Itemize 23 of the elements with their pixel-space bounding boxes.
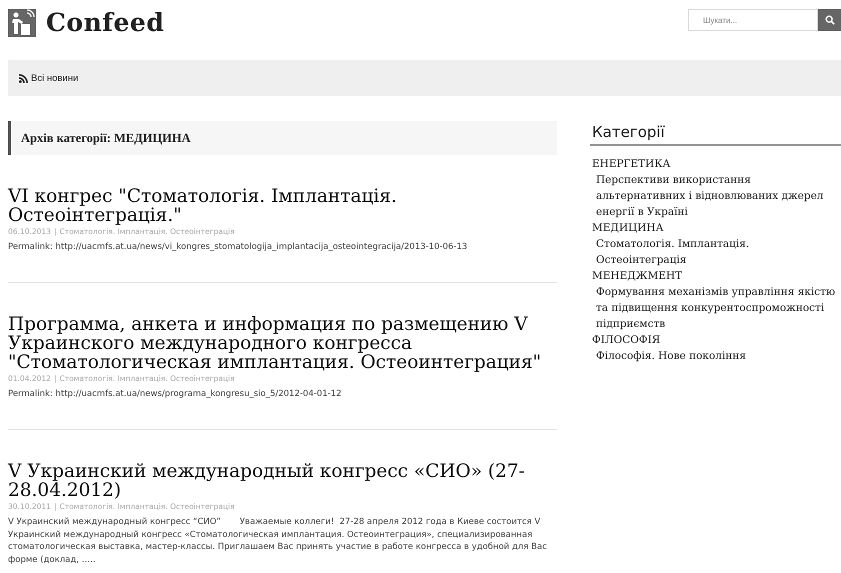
search-field[interactable]: Шукати... — [688, 9, 818, 31]
post-excerpt: V Украинский международный конгресс “СИО” Уважаемые коллеги! 27-28 апреля 2012 года в Киеве состоится V Украинский международный конгресс «Стоматологическая имплантация. Остеоинтеграция», специализированная стоматологическая выставка, мастер-классы. Приглашаем Вас принять участие в работе конгресса в удобной для Вас форме (доклад, ….. — [8, 516, 548, 566]
permalink-text: Permalink: http://uacmfs.at.ua/news/vi_kongres_stomatologija_implantacija_osteointegracija/2013-10-06-13 — [8, 242, 468, 252]
subcategory-link[interactable]: Перспективи використання альтернативних і відновлюваних джерел енергії в Україні — [596, 172, 841, 220]
subcategory-link[interactable]: Філософія. Нове покоління — [596, 348, 841, 364]
archive-heading: Архів категорії: МЕДИЦИНА — [8, 121, 557, 155]
rss-icon — [19, 74, 28, 82]
nav-link[interactable]: Всі новини — [19, 72, 78, 84]
category-link[interactable]: ФІЛОСОФІЯ — [592, 332, 660, 348]
search-icon — [824, 15, 834, 25]
category-link[interactable]: МЕНЕДЖМЕНТ — [592, 268, 682, 284]
site-title[interactable]: Confeed — [46, 8, 164, 37]
subcategory-link[interactable]: Формування механізмів управління якістю та підвищення конкурентоспроможності підприємств — [596, 284, 841, 332]
post-title[interactable]: Программа, анкета и информация по размещению V Украинского международного конгресса "Стоматологическая имплантация. Остеоинтеграция" — [8, 315, 557, 372]
category-link[interactable]: МЕДИЦИНА — [592, 220, 664, 236]
category-link[interactable]: ЕНЕРГЕТИКА — [592, 156, 670, 172]
post-title[interactable]: VI конгрес "Стоматологія. Імплантація. Остеоінтеграція." — [8, 187, 557, 225]
search-button[interactable] — [818, 9, 841, 31]
permalink-text: Permalink: http://uacmfs.at.ua/news/programa_kongresu_sio_5/2012-04-01-12 — [8, 389, 343, 399]
sidebar-heading: Категорії — [590, 121, 841, 146]
post-title[interactable]: V Украинский международный конгресс «СИО» (27-28.04.2012) — [8, 462, 557, 500]
subcategory-link[interactable]: Стоматологія. Імплантація. Остеоінтеграція — [596, 236, 841, 268]
logo-icon — [8, 8, 36, 36]
